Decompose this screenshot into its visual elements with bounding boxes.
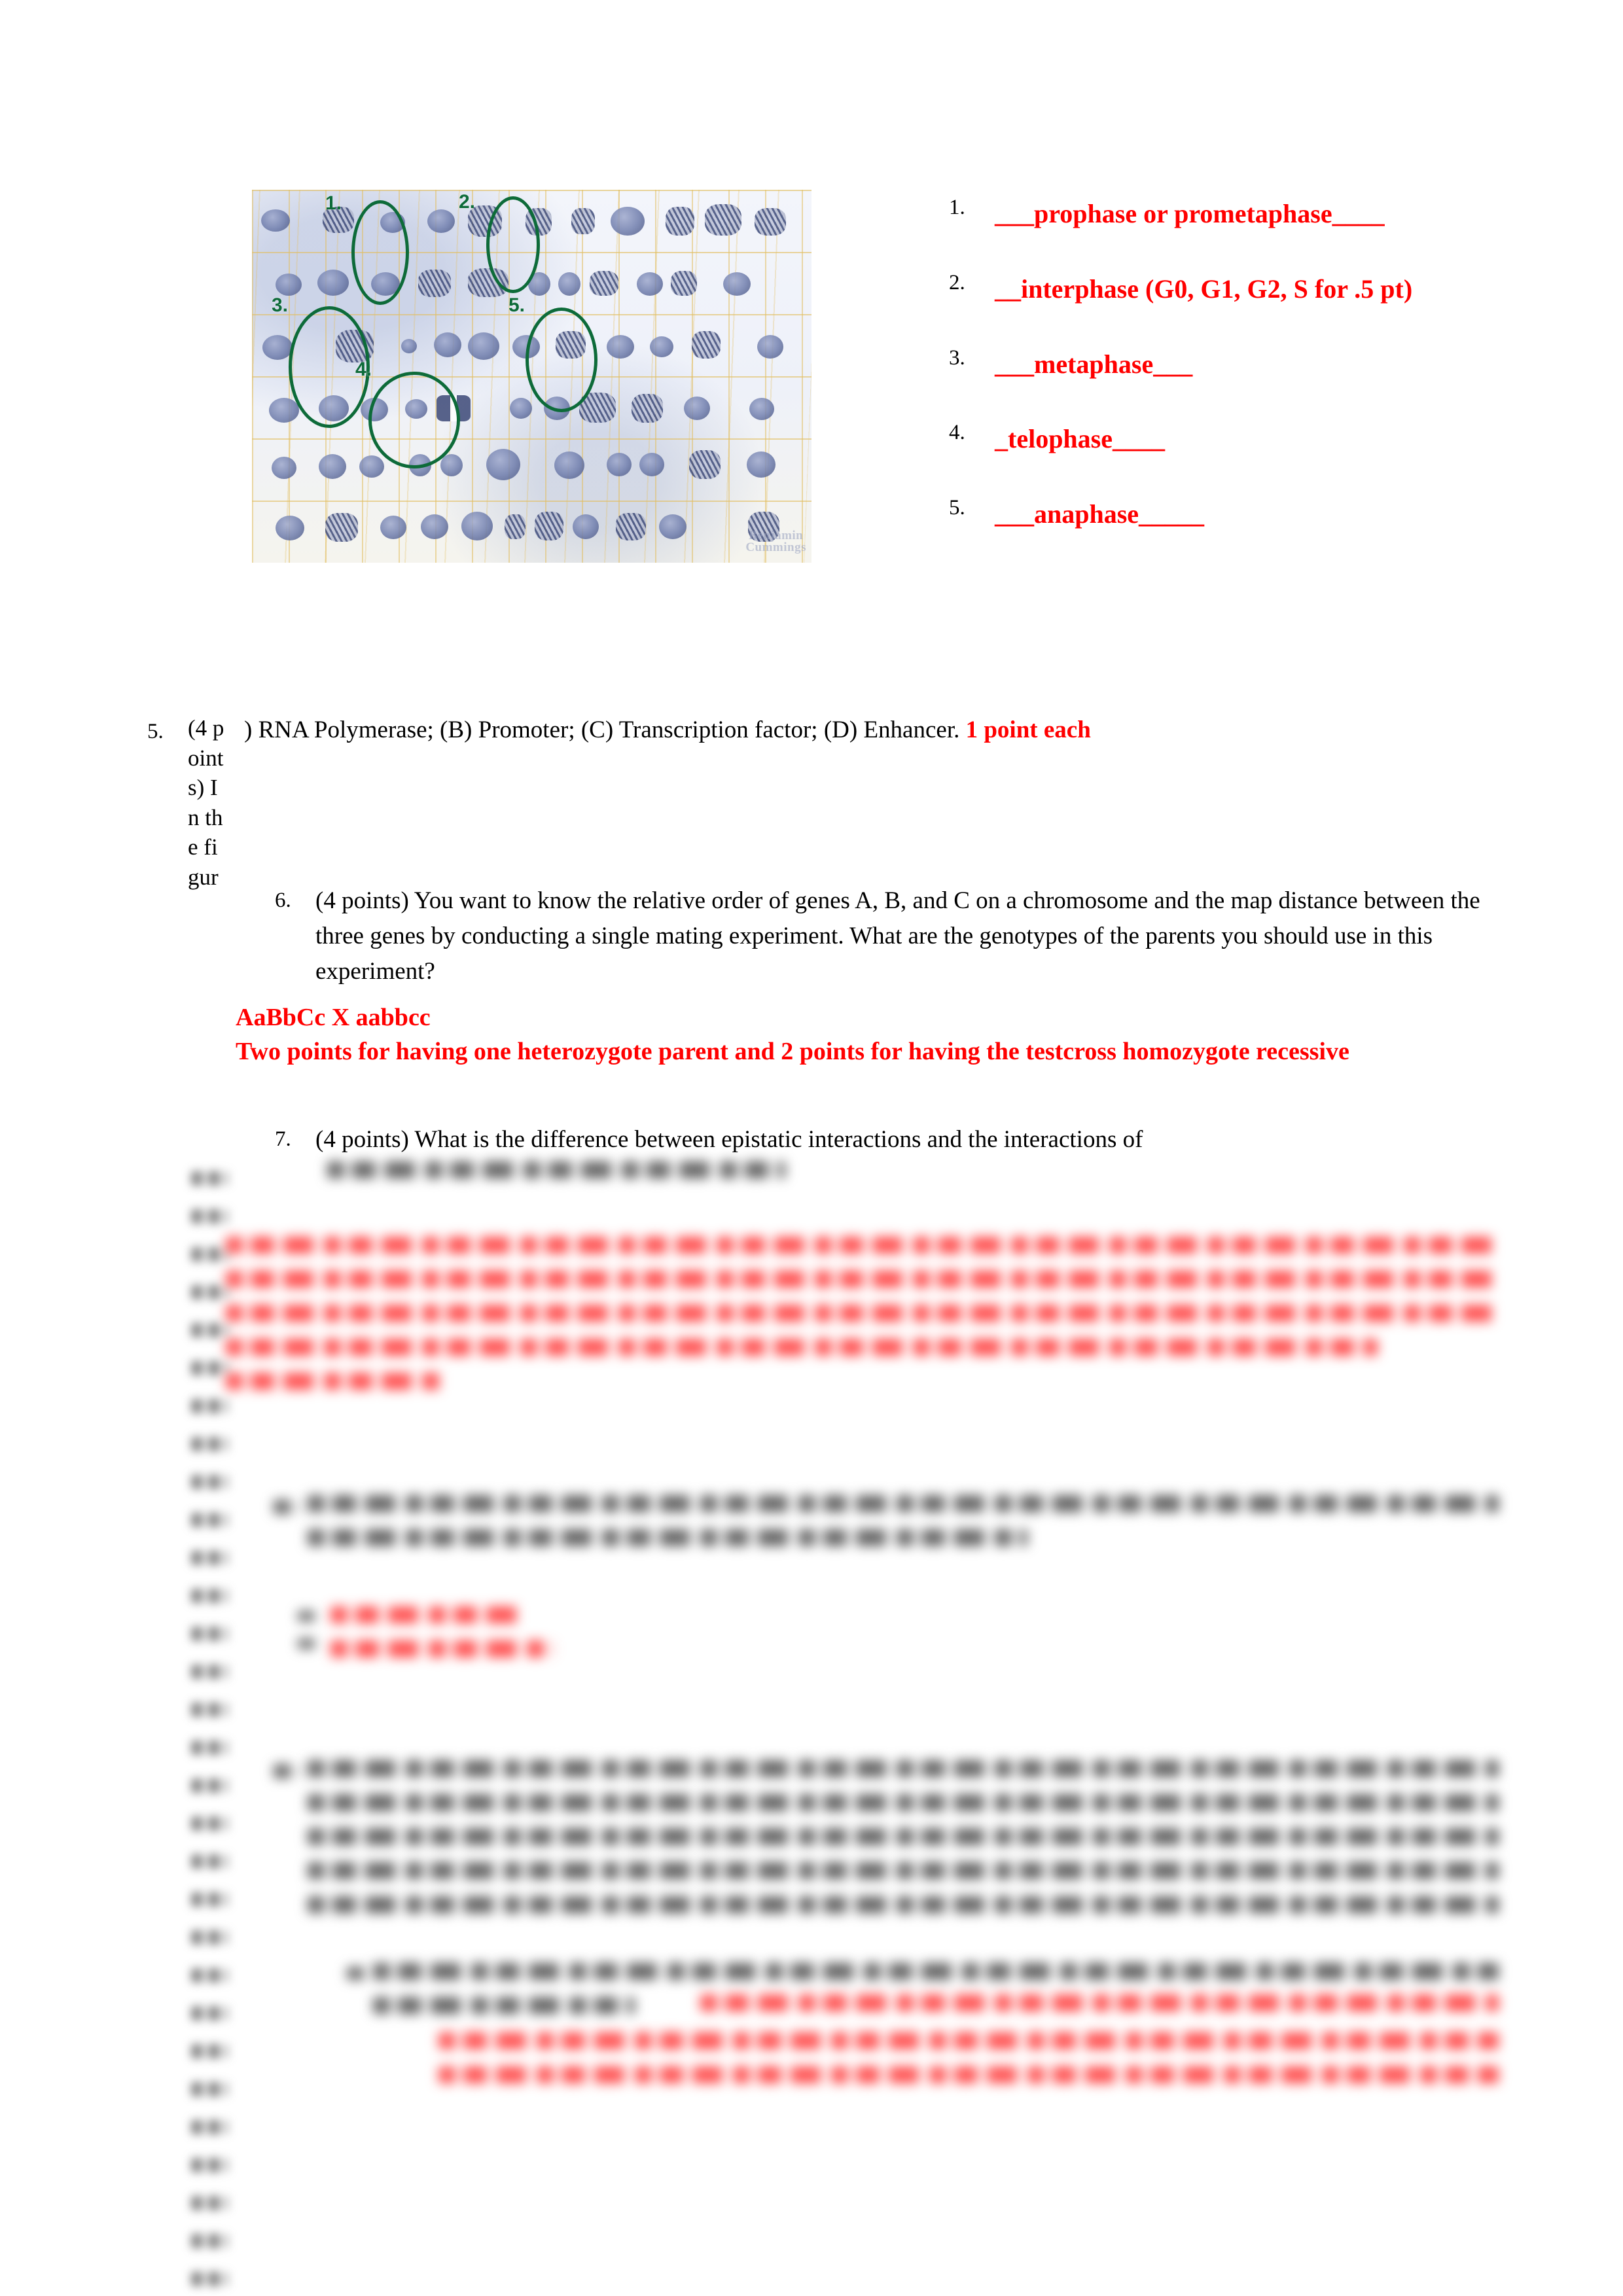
question-7-number: 7. (275, 1127, 291, 1151)
question-5-point-note: 1 point each (965, 716, 1091, 743)
question-8-bullets-redacted (298, 1611, 315, 1666)
question-7: 7. (4 points) What is the difference bet… (275, 1122, 1495, 1157)
answer-number: 3. (949, 345, 965, 370)
mitosis-micrograph-figure: Benjamin Cummings 1. 2. 3. 4. 5. (252, 190, 812, 563)
publisher-watermark: Benjamin Cummings (745, 528, 806, 554)
question-9a-number-redacted (347, 1967, 366, 1997)
answer-value: ___prophase or prometaphase____ (995, 199, 1385, 228)
question-8-redacted (308, 1495, 1499, 1563)
circle-label-5: 5. (508, 294, 526, 316)
circle-marker-2 (486, 196, 540, 293)
answer-number: 4. (949, 421, 965, 445)
answer-value: _telophase____ (995, 424, 1165, 454)
question-5-text: ) RNA Polymerase; (B) Promoter; (C) Tran… (244, 716, 966, 743)
question-7-answer-redacted (226, 1237, 1502, 1407)
question-6: 6. (4 points) You want to know the relat… (275, 883, 1495, 989)
answer-number: 5. (949, 496, 965, 520)
question-9-redacted (308, 1760, 1499, 1930)
answer-list-item: 1. ___prophase or prometaphase____ (949, 193, 1492, 236)
circle-label-3: 3. (272, 294, 289, 316)
circle-marker-5 (526, 308, 597, 412)
question-8-answers-redacted (330, 1606, 592, 1674)
question-5-number: 5. (147, 720, 164, 743)
question-5-narrow-column: (4 points) In the figur (188, 715, 224, 890)
question-7-text: (4 points) What is the difference betwee… (315, 1126, 1143, 1153)
question-6-number: 6. (275, 889, 291, 912)
question-9a-answer-redacted-cont (438, 2032, 1499, 2100)
answer-value: ___anaphase_____ (995, 499, 1205, 529)
question-6-text: (4 points) You want to know the relative… (315, 887, 1480, 985)
circle-marker-4 (368, 372, 460, 468)
question-9a-redacted (373, 1963, 1499, 2031)
question-5: 5. (4 points) In the figur ) RNA Polymer… (147, 713, 1495, 892)
circle-label-4: 4. (355, 359, 372, 380)
question-5-narrow-column-redacted (191, 1171, 228, 2296)
question-6-answer: AaBbCc X aabbcc Two points for having on… (236, 1001, 1495, 1069)
question-5-body: ) RNA Polymerase; (B) Promoter; (C) Tran… (226, 713, 1495, 748)
answer-list-item: 2. __interphase (G0, G1, G2, S for .5 pt… (949, 268, 1492, 311)
answer-list-item: 4. _telophase____ (949, 418, 1492, 461)
circle-label-1: 1. (325, 192, 342, 214)
answer-number: 2. (949, 270, 965, 294)
question-9a-answer-redacted (700, 1994, 1499, 2028)
answer-number: 1. (949, 196, 965, 219)
mitosis-answer-list: 1. ___prophase or prometaphase____ 2. __… (949, 193, 1492, 569)
question-6-answer-rubric: Two points for having one heterozygote p… (236, 1037, 1349, 1065)
answer-list-item: 3. ___metaphase___ (949, 344, 1492, 386)
document-page: Benjamin Cummings 1. 2. 3. 4. 5. 1. ___pr… (0, 0, 1623, 2296)
circle-marker-1 (351, 200, 409, 305)
question-6-answer-genotypes: AaBbCc X aabbcc (236, 1004, 431, 1031)
question-7-text-redacted (327, 1161, 785, 1195)
question-9-number-redacted (274, 1764, 300, 1795)
circle-label-2: 2. (459, 191, 476, 213)
answer-value: ___metaphase___ (995, 349, 1193, 379)
question-8-number-redacted (274, 1500, 300, 1531)
answer-list-item: 5. ___anaphase_____ (949, 493, 1492, 536)
answer-value: __interphase (G0, G1, G2, S for .5 pt) (995, 274, 1413, 304)
